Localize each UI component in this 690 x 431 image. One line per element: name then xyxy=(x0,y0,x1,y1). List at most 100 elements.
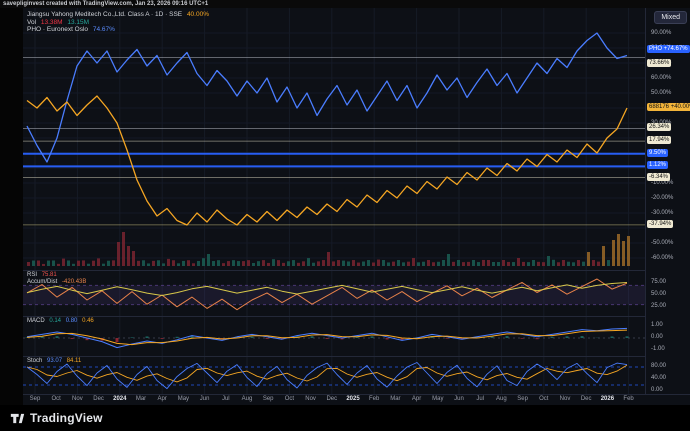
symbol-688176-line xyxy=(27,96,627,225)
time-axis-label: Dec xyxy=(575,396,597,402)
time-axis-label: Jun xyxy=(448,396,470,402)
time-axis-label: Nov xyxy=(300,396,322,402)
macd-signal-line xyxy=(27,330,627,345)
compare-title: PHO · Euronext Oslo xyxy=(27,26,88,33)
stoch-pane-legend: Stoch 93.07 84.11 xyxy=(27,358,81,365)
price-axis-label: -60.00% xyxy=(651,254,673,262)
time-axis-label: Mar xyxy=(384,396,406,402)
time-axis-label: May xyxy=(427,396,449,402)
price-axis[interactable]: 90.00%80.00%70.00%60.00%50.00%30.00%-10.… xyxy=(645,8,690,394)
compare-change-value: 74.67% xyxy=(93,26,115,33)
indicator-axis-label: 40.00 xyxy=(651,374,666,382)
time-axis-label: Oct xyxy=(533,396,555,402)
price-axis-label: -30.00% xyxy=(651,209,673,217)
main-price-pane[interactable]: Jiangsu Yahong Meditech Co.,Ltd. Class A… xyxy=(23,8,645,270)
time-axis-label: Nov xyxy=(554,396,576,402)
indicator-axis-label: 1.00 xyxy=(651,321,663,329)
time-axis[interactable]: SepOctNovDec2024MarAprMayJunJulAugSepOct… xyxy=(23,394,690,405)
stoch-chart[interactable] xyxy=(23,357,645,394)
macd-pane-legend: MACD 0.14 0.80 0.46 xyxy=(27,318,94,325)
chart-widget: Jiangsu Yahong Meditech Co.,Ltd. Class A… xyxy=(23,8,690,405)
price-axis-label: 60.00% xyxy=(651,74,671,82)
stoch-legend-row[interactable]: Stoch 93.07 84.11 xyxy=(27,358,81,365)
watermark-bar: savepliginvest created with TradingView.… xyxy=(0,0,690,8)
time-axis-label: Jun xyxy=(194,396,216,402)
stoch-k-value: 93.07 xyxy=(47,358,62,364)
screen: savepliginvest created with TradingView.… xyxy=(0,0,690,431)
time-axis-label: Feb xyxy=(618,396,640,402)
time-axis-label: Oct xyxy=(45,396,67,402)
main-legend: Jiangsu Yahong Meditech Co.,Ltd. Class A… xyxy=(27,11,209,34)
time-axis-label: Apr xyxy=(151,396,173,402)
symbol-change-value: 40.00% xyxy=(187,11,209,18)
macd-line-value: 0.80 xyxy=(66,318,78,324)
accum-value: -420.43B xyxy=(62,279,86,285)
price-axis-badge: 17.94% xyxy=(647,136,671,144)
volume-legend-row[interactable]: Vol 13.38M 13.15M xyxy=(27,19,209,27)
indicator-axis-label: 25.00 xyxy=(651,302,666,310)
indicator-axis-label: 80.00 xyxy=(651,362,666,370)
indicator-axis-label: 0.00 xyxy=(651,386,663,394)
stoch-d-value: 84.11 xyxy=(67,358,82,364)
price-axis-badge: 688176 +40.00% xyxy=(647,103,690,111)
time-axis-label: Jul xyxy=(469,396,491,402)
time-axis-label: 2024 xyxy=(109,396,131,402)
price-axis-badge: -6.34% xyxy=(647,173,670,181)
accum-legend-row[interactable]: Accum/Dist -420.43B xyxy=(27,279,86,286)
time-axis-label: Aug xyxy=(236,396,258,402)
time-axis-label: Sep xyxy=(257,396,279,402)
macd-legend-row[interactable]: MACD 0.14 0.80 0.46 xyxy=(27,318,94,325)
price-axis-label: 50.00% xyxy=(651,89,671,97)
time-axis-label: Jul xyxy=(215,396,237,402)
volume-label: Vol xyxy=(27,19,36,26)
stoch-label: Stoch xyxy=(27,358,42,364)
price-axis-label: -20.00% xyxy=(651,194,673,202)
watermark-text: savepliginvest created with TradingView.… xyxy=(3,1,208,7)
rsi-accum-pane[interactable]: RSI 75.81 Accum/Dist -420.43B xyxy=(23,270,645,316)
stoch-pane[interactable]: Stoch 93.07 84.11 xyxy=(23,356,645,394)
time-axis-label: 2025 xyxy=(342,396,364,402)
price-axis-badge: -37.94% xyxy=(647,220,673,228)
symbol-title: Jiangsu Yahong Meditech Co.,Ltd. Class A… xyxy=(27,11,182,18)
time-axis-label: Dec xyxy=(88,396,110,402)
price-axis-badge: 26.34% xyxy=(647,123,671,131)
footer-bar: TradingView xyxy=(0,405,690,431)
interval-mixed-button[interactable]: Mixed xyxy=(654,11,687,24)
time-axis-label: Nov xyxy=(66,396,88,402)
time-axis-label: Sep xyxy=(512,396,534,402)
time-axis-label: 2026 xyxy=(596,396,618,402)
time-axis-label: Dec xyxy=(321,396,343,402)
macd-chart[interactable] xyxy=(23,317,645,356)
time-axis-label: Sep xyxy=(24,396,46,402)
price-axis-badge: 1.12% xyxy=(647,161,668,169)
macd-pane[interactable]: MACD 0.14 0.80 0.46 xyxy=(23,316,645,356)
volume-bars xyxy=(27,232,630,266)
compare-legend-row[interactable]: PHO · Euronext Oslo 74.67% xyxy=(27,26,209,34)
stoch-k-line xyxy=(27,363,627,389)
volume-value-1: 13.38M xyxy=(41,19,63,26)
time-axis-label: Mar xyxy=(130,396,152,402)
pho-compare-line xyxy=(27,33,627,162)
main-chart[interactable] xyxy=(23,8,645,270)
price-axis-badge: PHO +74.67% xyxy=(647,45,690,53)
tradingview-brand-text: TradingView xyxy=(30,411,103,425)
rsi-value: 75.81 xyxy=(42,272,57,278)
price-axis-label: 90.00% xyxy=(651,29,671,37)
time-axis-label: Oct xyxy=(278,396,300,402)
rsi-legend-row[interactable]: RSI 75.81 xyxy=(27,272,86,279)
price-axis-label: -50.00% xyxy=(651,239,673,247)
accum-label: Accum/Dist xyxy=(27,279,57,285)
price-axis-badge: 9.50% xyxy=(647,149,668,157)
symbol-legend-row[interactable]: Jiangsu Yahong Meditech Co.,Ltd. Class A… xyxy=(27,11,209,19)
rsi-label: RSI xyxy=(27,272,37,278)
macd-signal-value: 0.46 xyxy=(82,318,94,324)
macd-hist-value: 0.14 xyxy=(49,318,61,324)
rsi-chart[interactable] xyxy=(23,271,645,316)
macd-label: MACD xyxy=(27,318,45,324)
indicator-axis-label: 50.00 xyxy=(651,290,666,298)
volume-value-2: 13.15M xyxy=(67,19,89,26)
time-axis-label: May xyxy=(172,396,194,402)
tradingview-logo-link[interactable]: TradingView xyxy=(0,405,140,431)
rsi-pane-legend: RSI 75.81 Accum/Dist -420.43B xyxy=(27,272,86,286)
tradingview-logo-icon xyxy=(10,411,25,426)
